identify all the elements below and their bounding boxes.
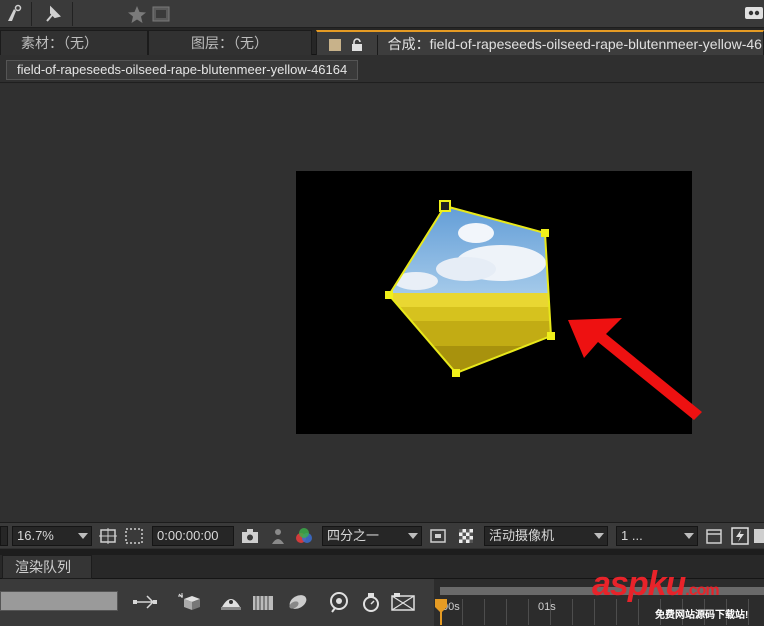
- mask-vertex-left[interactable]: [385, 291, 393, 299]
- color-swatch-icon: [329, 39, 341, 52]
- brush-tips-icon[interactable]: [150, 3, 172, 25]
- toggle-pixel-aspect-icon[interactable]: [704, 526, 724, 546]
- puppet-pin-tool-icon[interactable]: [4, 3, 26, 25]
- fast-previews-icon[interactable]: [730, 526, 750, 546]
- red-arrow-icon: [568, 318, 702, 420]
- title-action-safe-icon[interactable]: [124, 526, 144, 546]
- timecode-value: 0:00:00:00: [157, 528, 219, 543]
- fit-frame-icon[interactable]: [98, 526, 118, 546]
- camera-dropdown[interactable]: 活动摄像机: [484, 526, 608, 546]
- watermark-brand: aspku: [592, 565, 686, 603]
- tab-layer-label: 图层：（无）: [191, 35, 268, 51]
- watermark-suffix: .com: [685, 582, 719, 599]
- magnification-dropdown[interactable]: 16.7%: [12, 526, 92, 546]
- mask-vertex-bottom[interactable]: [452, 369, 460, 377]
- region-of-interest-icon[interactable]: [428, 526, 448, 546]
- workspace-menu-icon[interactable]: [744, 4, 764, 22]
- mask-vertex-right-top[interactable]: [541, 229, 549, 237]
- graph-editor-icon[interactable]: [390, 591, 416, 613]
- auto-keyframe-icon[interactable]: [358, 591, 384, 613]
- tab-composition-prefix: 合成：: [387, 36, 430, 52]
- panel-tabs: 素材：（无） 图层：（无） 合成：field-of-rapeseeds-oils…: [0, 28, 764, 55]
- timecode-display[interactable]: 0:00:00:00: [152, 526, 234, 546]
- camera-value: 活动摄像机: [489, 528, 555, 543]
- current-time-indicator-icon[interactable]: [434, 599, 448, 625]
- hide-shy-layers-icon[interactable]: [218, 591, 244, 613]
- tab-composition-name: field-of-rapeseeds-oilseed-rape-blutenme…: [429, 36, 764, 52]
- show-snapshot-icon[interactable]: [268, 526, 288, 546]
- motion-blur-icon[interactable]: [284, 591, 310, 613]
- tab-composition[interactable]: 合成：field-of-rapeseeds-oilseed-rape-blute…: [316, 30, 764, 55]
- tab-footage[interactable]: 素材：（无）: [0, 30, 148, 55]
- brainstorm-icon[interactable]: [326, 591, 352, 613]
- tab-render-queue[interactable]: 渲染队列: [2, 555, 92, 579]
- views-dropdown[interactable]: 1 ...: [616, 526, 698, 546]
- color-channels-icon[interactable]: [294, 526, 314, 546]
- rapeseed-field-image: [389, 206, 551, 373]
- viewer-controls: 16.7% 0:00:00:00 四分之一 活动摄像机 1 ...: [0, 522, 764, 548]
- lock-icon[interactable]: [351, 38, 363, 52]
- panel-edge: [0, 526, 8, 546]
- composition-viewer[interactable]: [0, 84, 764, 522]
- mask-vertex-top[interactable]: [439, 200, 451, 212]
- watermark-logo: aspku.com: [592, 565, 720, 609]
- tab-footage-label: 素材：（无）: [21, 35, 98, 51]
- pin-tool-icon[interactable]: [42, 3, 64, 25]
- breadcrumb[interactable]: field-of-rapeseeds-oilseed-rape-blutenme…: [6, 60, 359, 80]
- tab-layer[interactable]: 图层：（无）: [148, 30, 312, 55]
- camera-icon[interactable]: [240, 526, 260, 546]
- resolution-dropdown[interactable]: 四分之一: [322, 526, 422, 546]
- watermark-subtitle: 免费网站源码下载站!: [655, 610, 749, 621]
- views-value: 1 ...: [621, 528, 643, 543]
- mask-vertex-right-bottom[interactable]: [547, 332, 555, 340]
- resolution-value: 四分之一: [327, 528, 380, 543]
- frame-blending-icon[interactable]: [250, 591, 276, 613]
- toolbar: [0, 0, 764, 28]
- composition-mini-flowchart-icon[interactable]: [132, 591, 158, 613]
- draft-3d-icon[interactable]: [176, 591, 202, 613]
- transparency-grid-icon[interactable]: [456, 526, 476, 546]
- breadcrumb-bar: field-of-rapeseeds-oilseed-rape-blutenme…: [0, 55, 764, 83]
- timeline-toggle-icon[interactable]: [752, 526, 764, 546]
- magnification-value: 16.7%: [17, 528, 54, 543]
- search-input[interactable]: [0, 591, 118, 611]
- star-icon[interactable]: [126, 3, 148, 25]
- time-label-1s: 01s: [538, 601, 556, 613]
